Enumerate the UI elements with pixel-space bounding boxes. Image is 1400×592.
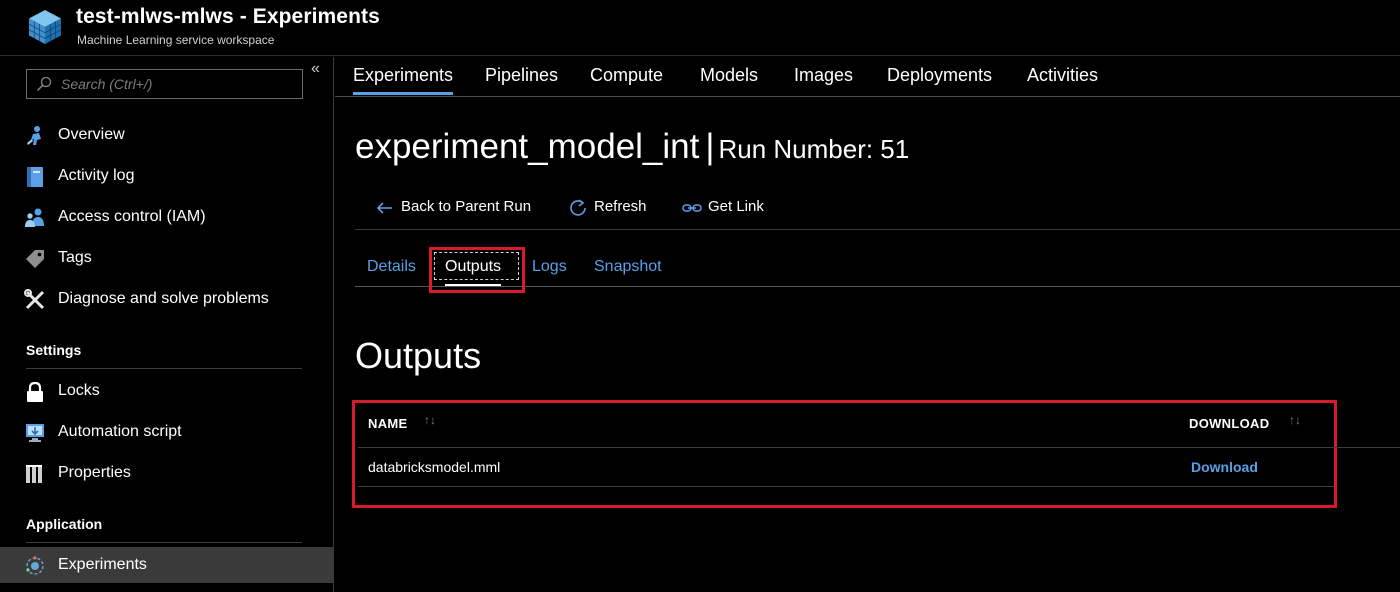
sidebar-item-label: Experiments xyxy=(58,556,147,573)
experiment-name: experiment_model_int xyxy=(355,127,700,166)
sort-name-icon[interactable]: ↑↓ xyxy=(424,413,436,427)
toolbar-divider xyxy=(355,229,1400,230)
sidebar-item-overview[interactable]: Overview xyxy=(0,117,333,153)
run-subtabs: Details Outputs Logs Snapshot xyxy=(355,247,1400,293)
automation-icon xyxy=(26,424,44,442)
refresh-label: Refresh xyxy=(594,198,647,215)
tab-experiments[interactable]: Experiments xyxy=(353,65,454,95)
title-separator: | xyxy=(705,127,715,166)
sidebar-item-access-control[interactable]: Access control (IAM) xyxy=(0,199,333,235)
column-header-download: DOWNLOAD xyxy=(1189,416,1270,431)
sidebar-item-label: Tags xyxy=(58,249,92,266)
get-link-button[interactable]: Get Link xyxy=(682,197,772,219)
access-control-icon xyxy=(25,208,44,227)
sidebar: « Overview Activity log Access control (… xyxy=(0,57,334,592)
outputs-heading: Outputs xyxy=(355,335,482,376)
lock-icon xyxy=(27,381,43,402)
output-file-name: databricksmodel.mml xyxy=(368,459,501,475)
sidebar-item-properties[interactable]: Properties xyxy=(0,455,333,491)
overview-icon xyxy=(27,126,41,145)
refresh-button[interactable]: Refresh xyxy=(568,197,658,219)
tab-models[interactable]: Models xyxy=(700,65,758,86)
activity-log-icon xyxy=(27,167,43,187)
sidebar-item-label: Overview xyxy=(58,126,125,143)
tab-compute[interactable]: Compute xyxy=(590,65,663,86)
sidebar-item-label: Automation script xyxy=(58,423,182,440)
back-to-parent-run-button[interactable]: Back to Parent Run xyxy=(375,197,535,219)
main-content: Experiments Pipelines Compute Models Ima… xyxy=(335,57,1400,592)
outputs-tab-highlight xyxy=(429,247,525,293)
sidebar-item-label: Diagnose and solve problems xyxy=(58,290,269,307)
page-title: test-mlws-mlws - Experiments xyxy=(76,5,380,28)
tab-deployments[interactable]: Deployments xyxy=(887,65,992,86)
sidebar-item-label: Activity log xyxy=(58,167,135,184)
refresh-icon xyxy=(570,199,586,216)
sidebar-item-experiments[interactable]: Experiments xyxy=(0,547,333,583)
sidebar-item-label: Properties xyxy=(58,464,131,481)
tab-logs[interactable]: Logs xyxy=(532,258,567,276)
sidebar-item-locks[interactable]: Locks xyxy=(0,373,333,409)
experiments-icon xyxy=(26,556,44,575)
table-header-divider xyxy=(358,447,1400,448)
tab-snapshot[interactable]: Snapshot xyxy=(594,258,662,276)
back-to-parent-run-label: Back to Parent Run xyxy=(401,198,532,215)
tab-details[interactable]: Details xyxy=(367,258,416,276)
section-title-application: Application xyxy=(26,516,103,532)
link-icon xyxy=(682,204,702,212)
search-icon xyxy=(36,76,52,92)
machine-learning-logo-icon xyxy=(28,10,62,44)
table-row-divider xyxy=(358,486,1334,487)
outputs-table: NAME ↑↓ DOWNLOAD ↑↓ databricksmodel.mml … xyxy=(352,400,1400,508)
tab-activities[interactable]: Activities xyxy=(1027,65,1098,86)
arrow-left-icon xyxy=(376,202,392,214)
app-header: test-mlws-mlws - Experiments Machine Lea… xyxy=(0,0,1400,56)
tab-pipelines[interactable]: Pipelines xyxy=(485,65,558,86)
run-title: experiment_model_int | Run Number: 51 xyxy=(355,127,909,167)
page-subtitle: Machine Learning service workspace xyxy=(77,33,275,47)
column-header-name: NAME xyxy=(368,416,408,431)
sidebar-item-activity-log[interactable]: Activity log xyxy=(0,158,333,194)
section-divider xyxy=(26,368,302,369)
sidebar-item-label: Access control (IAM) xyxy=(58,208,206,225)
sidebar-item-diagnose[interactable]: Diagnose and solve problems xyxy=(0,281,333,317)
search-box[interactable] xyxy=(26,69,303,99)
section-divider xyxy=(26,542,302,543)
wrench-icon xyxy=(24,289,45,310)
run-number: Run Number: 51 xyxy=(718,134,910,164)
sidebar-item-automation-script[interactable]: Automation script xyxy=(0,414,333,450)
top-navigation: Experiments Pipelines Compute Models Ima… xyxy=(335,57,1400,97)
sort-download-icon[interactable]: ↑↓ xyxy=(1289,413,1301,427)
tag-icon xyxy=(26,250,44,268)
search-input[interactable] xyxy=(61,74,291,94)
collapse-sidebar-button[interactable]: « xyxy=(311,60,320,78)
get-link-label: Get Link xyxy=(708,198,764,215)
properties-icon xyxy=(26,465,42,483)
sidebar-item-tags[interactable]: Tags xyxy=(0,240,333,276)
download-link[interactable]: Download xyxy=(1191,459,1258,475)
sidebar-item-label: Locks xyxy=(58,382,100,399)
section-title-settings: Settings xyxy=(26,342,82,358)
tab-images[interactable]: Images xyxy=(794,65,853,86)
